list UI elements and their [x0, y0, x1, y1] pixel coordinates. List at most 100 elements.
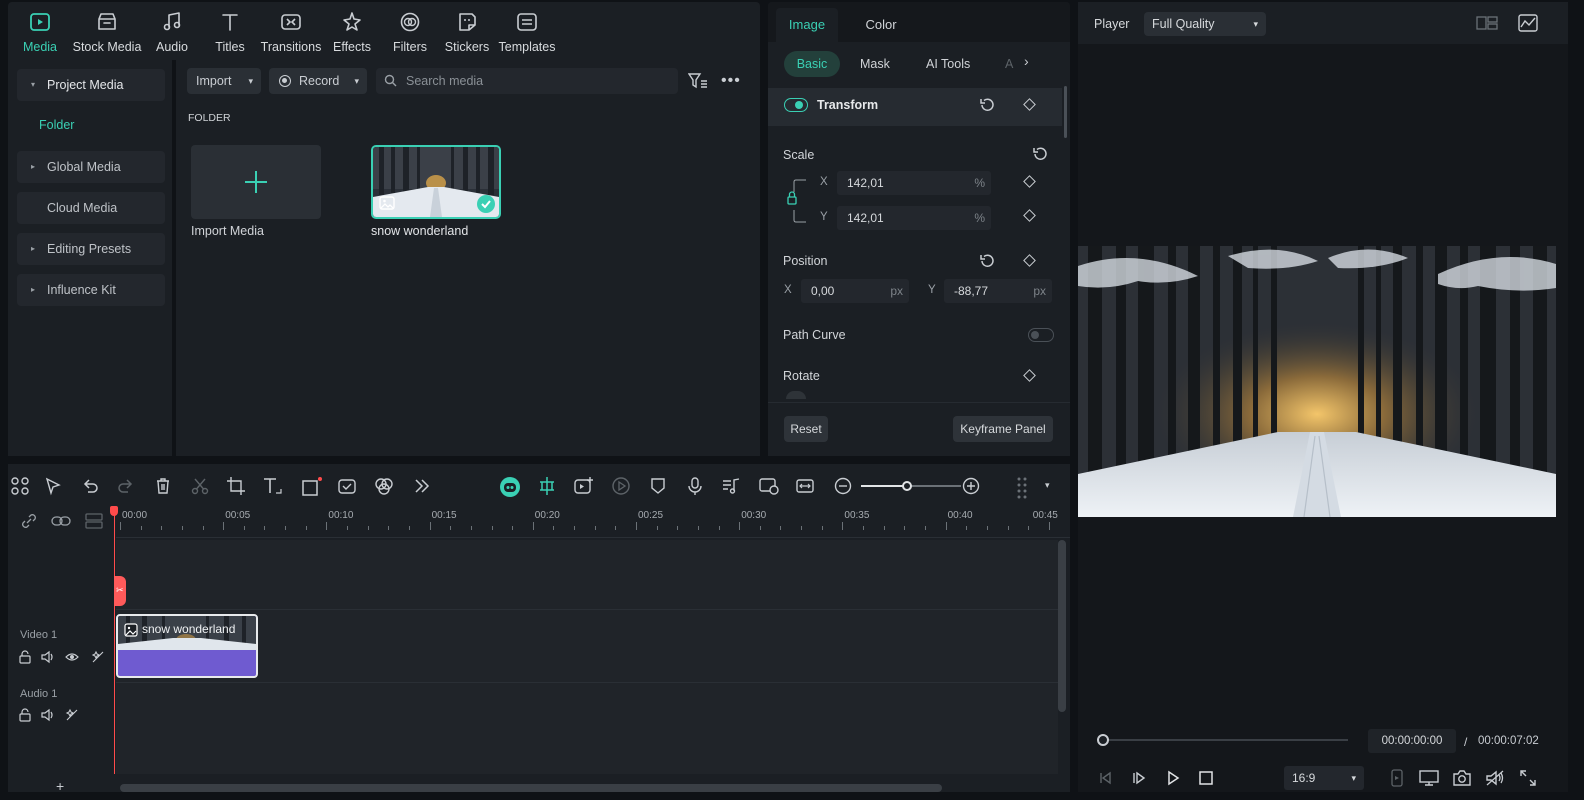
- subtab-ai-tools[interactable]: AI Tools: [926, 51, 970, 77]
- tab-color[interactable]: Color: [850, 8, 912, 42]
- track-lock-icon[interactable]: [18, 650, 32, 664]
- tab-templates[interactable]: Templates: [498, 8, 556, 56]
- tab-media[interactable]: Media: [18, 8, 62, 56]
- position-y-field[interactable]: -88,77 px: [944, 279, 1052, 303]
- fullscreen-expand-icon[interactable]: [1519, 769, 1537, 787]
- timeline-vertical-scrollbar[interactable]: [1058, 540, 1066, 712]
- undo-icon[interactable]: [80, 476, 102, 498]
- record-dropdown[interactable]: Record ▾: [269, 68, 367, 94]
- subtab-mask[interactable]: Mask: [860, 51, 890, 77]
- track-manager-icon[interactable]: [84, 512, 104, 530]
- track-options-icon[interactable]: [1016, 476, 1038, 499]
- track-visibility-eye-icon[interactable]: [65, 650, 79, 664]
- media-thumbnail-snow-wonderland[interactable]: [371, 145, 501, 219]
- import-dropdown[interactable]: Import ▾: [187, 68, 261, 94]
- music-list-icon[interactable]: [721, 476, 743, 498]
- track-fx-icon[interactable]: [91, 650, 105, 664]
- transform-toggle[interactable]: [784, 98, 808, 112]
- lock-link-icon[interactable]: [786, 178, 808, 224]
- ai-enhance-icon[interactable]: [337, 476, 359, 498]
- shape-mask-icon[interactable]: [301, 476, 323, 498]
- video-clip-snow-wonderland[interactable]: snow wonderland: [116, 614, 258, 678]
- tab-transitions[interactable]: Transitions: [258, 8, 324, 56]
- add-media-icon[interactable]: [573, 476, 595, 498]
- filter-sort-icon[interactable]: [688, 72, 708, 90]
- scissors-split-icon[interactable]: [190, 476, 212, 498]
- tab-titles[interactable]: Titles: [208, 8, 252, 56]
- quality-dropdown[interactable]: Full Quality ▾: [1144, 12, 1266, 36]
- reset-icon[interactable]: [1032, 146, 1048, 162]
- link-unlink-icon[interactable]: [20, 512, 38, 530]
- track-mute-icon[interactable]: [41, 708, 55, 722]
- zoom-in-icon[interactable]: [961, 476, 983, 498]
- waveform-monitor-icon[interactable]: [1518, 14, 1538, 32]
- reset-icon[interactable]: [979, 253, 995, 269]
- timeline-ruler[interactable]: 00:00 00:05 00:10 00:15 00:20 00:25 00:30 00:35…: [116, 504, 1070, 538]
- previous-frame-icon[interactable]: [1098, 770, 1114, 786]
- video-preview[interactable]: [1078, 246, 1556, 517]
- ai-copilot-icon[interactable]: [499, 476, 521, 498]
- color-match-icon[interactable]: [374, 476, 396, 498]
- keyframe-panel-button[interactable]: Keyframe Panel: [953, 416, 1053, 442]
- snapshot-camera-icon[interactable]: [1452, 769, 1472, 787]
- chevron-right-icon[interactable]: ›: [1024, 53, 1029, 69]
- sidebar-item-project-media[interactable]: ▾ Project Media: [17, 69, 165, 101]
- track-lock-icon[interactable]: [18, 708, 32, 722]
- position-x-field[interactable]: 0,00 px: [801, 279, 909, 303]
- scale-y-field[interactable]: 142,01 %: [837, 206, 991, 230]
- mobile-preview-icon[interactable]: [1390, 769, 1404, 787]
- current-time-field[interactable]: 00:00:00:00: [1368, 729, 1456, 753]
- volume-icon[interactable]: [1485, 769, 1505, 787]
- display-monitor-icon[interactable]: [1419, 769, 1439, 787]
- path-curve-toggle[interactable]: [1028, 328, 1054, 342]
- add-track-button[interactable]: +: [56, 778, 64, 794]
- delete-trash-icon[interactable]: [153, 476, 175, 498]
- reset-icon[interactable]: [979, 97, 995, 113]
- scale-x-field[interactable]: 142,01 %: [837, 171, 991, 195]
- rotate-dial[interactable]: [786, 391, 806, 399]
- player-progress-track[interactable]: [1102, 739, 1348, 741]
- sidebar-item-influence-kit[interactable]: ▸ Influence Kit: [17, 274, 165, 306]
- timeline-horizontal-scrollbar[interactable]: [120, 784, 942, 792]
- subtab-basic[interactable]: Basic: [784, 51, 840, 77]
- sidebar-item-folder[interactable]: Folder: [39, 118, 74, 132]
- tab-effects[interactable]: Effects: [330, 8, 374, 56]
- search-input[interactable]: Search media: [376, 68, 678, 94]
- zoom-slider-handle[interactable]: [902, 481, 912, 491]
- import-media-tile[interactable]: [191, 145, 321, 219]
- play-icon[interactable]: [1165, 770, 1181, 786]
- shield-marker-icon[interactable]: [648, 476, 670, 498]
- playhead-handle[interactable]: [110, 506, 118, 516]
- playhead-line[interactable]: [114, 506, 115, 792]
- playhead-marker[interactable]: ✂: [114, 576, 126, 606]
- track-fx-icon[interactable]: [65, 708, 79, 722]
- fit-width-icon[interactable]: [795, 476, 817, 498]
- keyframe-diamond-icon[interactable]: [1023, 175, 1036, 188]
- chevron-down-icon[interactable]: ▾: [1045, 480, 1050, 491]
- track-mute-icon[interactable]: [41, 650, 55, 664]
- tab-filters[interactable]: Filters: [388, 8, 432, 56]
- more-tools-chevron-icon[interactable]: [412, 476, 434, 498]
- grid-view-icon[interactable]: [1476, 15, 1498, 31]
- sidebar-item-editing-presets[interactable]: ▸ Editing Presets: [17, 233, 165, 265]
- keyframe-diamond-icon[interactable]: [1023, 369, 1036, 382]
- player-progress-handle[interactable]: [1097, 734, 1109, 746]
- keyframe-diamond-icon[interactable]: [1023, 209, 1036, 222]
- keyframe-diamond-icon[interactable]: [1023, 254, 1036, 267]
- tab-stock-media[interactable]: Stock Media: [70, 8, 144, 56]
- tab-stickers[interactable]: Stickers: [444, 8, 490, 56]
- snap-magnet-icon[interactable]: [537, 476, 559, 498]
- scrollbar-thumb[interactable]: [1064, 86, 1067, 138]
- redo-icon[interactable]: [116, 476, 138, 498]
- chain-link-icon[interactable]: [51, 512, 71, 530]
- zoom-out-icon[interactable]: [833, 476, 855, 498]
- stop-icon[interactable]: [1198, 770, 1214, 786]
- auto-play-icon[interactable]: [611, 476, 633, 498]
- crop-icon[interactable]: [226, 476, 248, 498]
- more-options-icon[interactable]: •••: [721, 72, 741, 90]
- tab-audio[interactable]: Audio: [150, 8, 194, 56]
- layout-grid-icon[interactable]: [10, 476, 32, 498]
- reset-button[interactable]: Reset: [784, 416, 828, 442]
- replace-clip-icon[interactable]: [758, 476, 780, 498]
- select-pointer-icon[interactable]: [44, 476, 66, 498]
